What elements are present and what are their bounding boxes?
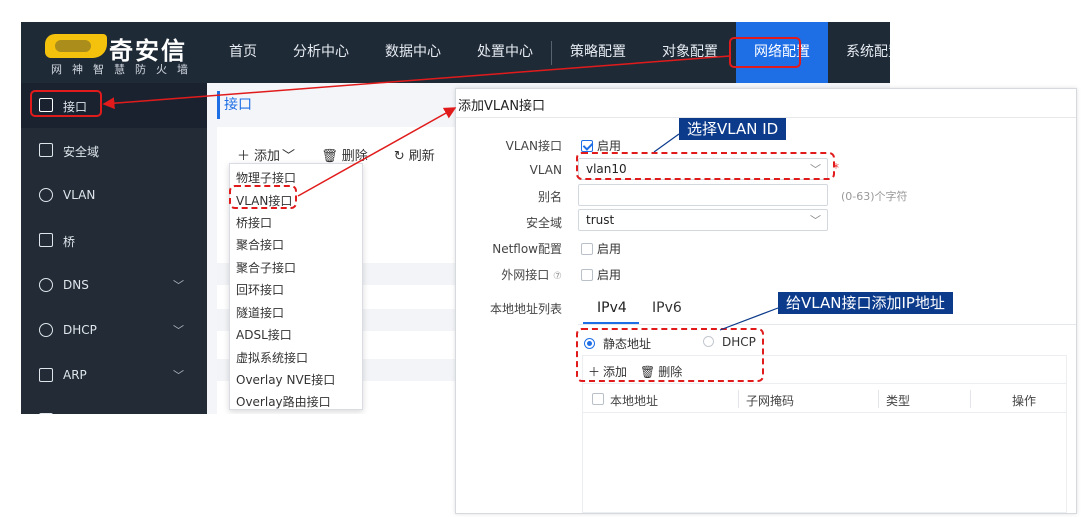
trash-icon: 🗑 xyxy=(321,149,338,164)
arp-icon xyxy=(39,368,53,382)
tab-ipv4[interactable]: IPv4 xyxy=(597,300,627,316)
dialog-title: 添加VLAN接口 xyxy=(458,99,546,114)
nav-data-center[interactable]: 数据中心 xyxy=(367,22,459,83)
brand-logo[interactable]: 奇安信 网神智慧防火墙 xyxy=(43,30,213,76)
alias-input[interactable] xyxy=(578,184,828,206)
highlight-network-config xyxy=(729,37,801,68)
menu-item-overlay-nve-interface[interactable]: Overlay NVE接口 xyxy=(236,371,335,388)
alias-label: 别名 xyxy=(537,190,562,204)
active-tab-indicator xyxy=(583,322,639,324)
column-local-address: 本地地址 xyxy=(610,394,659,408)
alias-hint: (0-63)个字符 xyxy=(841,190,908,203)
wan-interface-enable-checkbox[interactable]: 启用 xyxy=(581,266,621,283)
chevron-down-icon: ﹀ xyxy=(282,149,296,164)
sidebar-item-label: DNS xyxy=(63,278,89,292)
menu-item-tunnel-interface[interactable]: 隧道接口 xyxy=(236,304,284,321)
netflow-enable-checkbox[interactable]: 启用 xyxy=(581,240,621,257)
dns-icon xyxy=(39,278,53,292)
vlan-interface-label: VLAN接口 xyxy=(505,139,562,153)
chevron-down-icon[interactable]: ﹀ xyxy=(173,277,184,293)
menu-icon xyxy=(39,413,53,414)
sidebar-item-next[interactable] xyxy=(21,398,207,414)
checkbox-icon xyxy=(581,243,593,255)
interface-toolbar: ＋添加 ﹀ 🗑 删除 ↻ 刷新 xyxy=(237,145,457,164)
nav-policy-config[interactable]: 策略配置 xyxy=(552,22,644,83)
tab-ipv6[interactable]: IPv6 xyxy=(652,300,682,316)
sidebar-item-label: ARP xyxy=(63,368,87,382)
vlan-label: VLAN xyxy=(529,163,562,177)
nav-object-config[interactable]: 对象配置 xyxy=(644,22,736,83)
refresh-icon: ↻ xyxy=(393,149,405,164)
column-divider xyxy=(878,390,879,408)
sidebar-item-security-zone[interactable]: 安全域 xyxy=(21,128,207,173)
refresh-button[interactable]: ↻ 刷新 xyxy=(394,149,435,164)
sidebar-item-label: DHCP xyxy=(63,323,97,337)
security-zone-value: trust xyxy=(586,213,615,227)
wan-interface-label: 外网接口 ⑦ xyxy=(501,268,562,282)
add-button[interactable]: ＋添加 ﹀ xyxy=(237,149,295,164)
menu-item-aggregate-subinterface[interactable]: 聚合子接口 xyxy=(236,259,296,276)
brand-logo-icon xyxy=(45,34,107,58)
page-title: 接口 xyxy=(217,91,252,119)
column-divider xyxy=(970,390,971,408)
nav-analysis-center[interactable]: 分析中心 xyxy=(275,22,367,83)
menu-item-overlay-routing-interface[interactable]: Overlay路由接口 xyxy=(236,393,331,410)
plus-icon: ＋ xyxy=(237,149,251,164)
sidebar-item-dns[interactable]: DNS ﹀ xyxy=(21,263,207,308)
checkbox-checked-icon xyxy=(581,140,593,152)
bridge-icon xyxy=(39,233,53,247)
netflow-label: Netflow配置 xyxy=(492,242,562,256)
chevron-down-icon[interactable]: ﹀ xyxy=(173,367,184,383)
sidebar-item-label: 安全域 xyxy=(63,145,100,159)
callout-select-vlan: 选择VLAN ID xyxy=(679,118,787,140)
nav-response-center[interactable]: 处置中心 xyxy=(459,22,551,83)
security-zone-icon xyxy=(39,143,53,157)
chevron-down-icon[interactable]: ﹀ xyxy=(173,322,184,338)
delete-button[interactable]: 🗑 删除 xyxy=(321,149,368,164)
column-type: 类型 xyxy=(886,394,911,408)
sidebar-item-label: VLAN xyxy=(63,188,96,202)
menu-item-loopback-interface[interactable]: 回环接口 xyxy=(236,281,284,298)
security-zone-label: 安全域 xyxy=(525,216,562,230)
checkbox-icon xyxy=(581,269,593,281)
highlight-interface-menu xyxy=(30,90,102,117)
select-all-checkbox[interactable] xyxy=(592,393,604,405)
address-table-header: 本地地址 子网掩码 类型 操作 xyxy=(582,383,1067,413)
menu-item-virtual-system-interface[interactable]: 虚拟系统接口 xyxy=(236,349,308,366)
sidebar-item-dhcp[interactable]: DHCP ﹀ xyxy=(21,308,207,353)
sidebar-item-vlan[interactable]: VLAN xyxy=(21,173,207,218)
nav-home[interactable]: 首页 xyxy=(211,22,275,83)
vlan-icon xyxy=(39,188,53,202)
column-actions: 操作 xyxy=(1012,394,1037,408)
highlight-vlan-select xyxy=(576,152,835,180)
sidebar-item-arp[interactable]: ARP ﹀ xyxy=(21,353,207,398)
menu-item-physical-subinterface[interactable]: 物理子接口 xyxy=(236,169,296,186)
highlight-vlan-interface-item xyxy=(229,185,297,209)
callout-add-ip: 给VLAN接口添加IP地址 xyxy=(778,292,953,314)
chevron-down-icon: ﹀ xyxy=(810,214,821,227)
nav-system-config[interactable]: 系统配置 xyxy=(828,22,890,83)
column-subnet-mask: 子网掩码 xyxy=(746,394,795,408)
sidebar: 接口 安全域 VLAN 桥 DNS ﹀ DHCP ﹀ ARP ﹀ xyxy=(21,83,207,414)
tutorial-figure: 奇安信 网神智慧防火墙 首页 分析中心 数据中心 处置中心 策略配置 对象配置 … xyxy=(0,0,1086,517)
security-zone-select[interactable]: trust ﹀ xyxy=(578,209,828,231)
column-divider xyxy=(738,390,739,408)
dhcp-icon xyxy=(39,323,53,337)
menu-item-bridge-interface[interactable]: 桥接口 xyxy=(236,214,272,231)
brand-subtitle: 网神智慧防火墙 xyxy=(51,63,198,76)
menu-item-aggregate-interface[interactable]: 聚合接口 xyxy=(236,236,284,253)
sidebar-item-label: 桥 xyxy=(63,235,76,249)
highlight-static-address xyxy=(576,328,764,382)
menu-item-adsl-interface[interactable]: ADSL接口 xyxy=(236,326,292,343)
local-address-list-label: 本地地址列表 xyxy=(489,302,562,316)
help-icon[interactable]: ⑦ xyxy=(553,271,562,282)
sidebar-item-bridge[interactable]: 桥 xyxy=(21,218,207,263)
tabs-divider xyxy=(578,324,1076,325)
